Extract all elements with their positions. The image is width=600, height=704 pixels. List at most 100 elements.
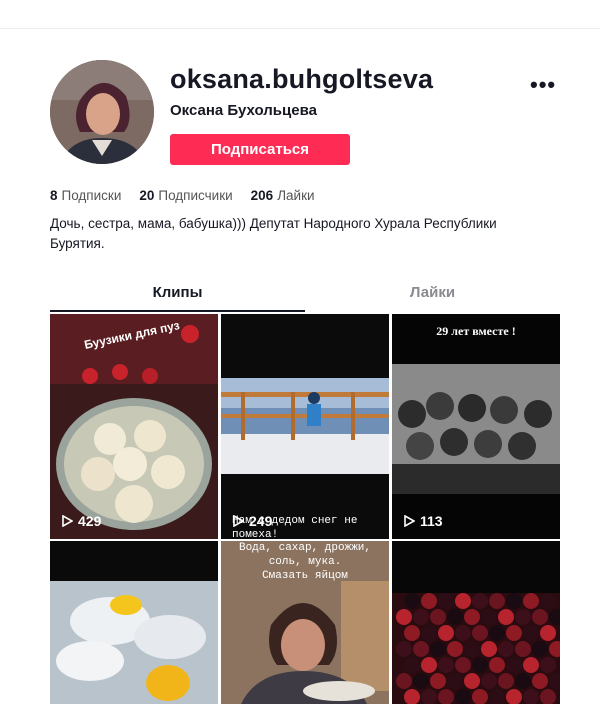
follow-button[interactable]: Подписаться [170, 134, 350, 165]
followers-label: Подписчики [158, 188, 233, 203]
following-count: 8 [50, 188, 58, 203]
play-icon [404, 515, 415, 527]
berry-shape [515, 673, 531, 689]
berry-shape [464, 673, 480, 689]
video-caption: 29 лет вместе ! [436, 324, 516, 338]
berry-shape [455, 657, 471, 673]
view-count-value: 429 [78, 513, 102, 529]
profile-tabs: Клипы Лайки [50, 284, 560, 314]
berry-shape [396, 673, 412, 689]
video-6-image [392, 541, 560, 704]
berry-shape [430, 641, 446, 657]
berry-shape [540, 625, 556, 641]
video-caption: Нам с дедом снег не помеха! [232, 515, 358, 541]
following-stat[interactable]: 8 Подписки [50, 188, 121, 203]
berry-shape [447, 673, 463, 689]
berry-shape [430, 609, 446, 625]
berry-shape [489, 593, 505, 609]
more-options-icon[interactable]: ••• [530, 72, 556, 98]
berry-shape [498, 609, 514, 625]
bio-line: Дочь, сестра, мама, бабушка))) Депутат Н… [50, 216, 497, 231]
view-count: 429 [62, 513, 101, 529]
berry-shape [421, 657, 437, 673]
berry-shape [413, 641, 429, 657]
berry-shape [532, 673, 548, 689]
berry-shape [455, 625, 471, 641]
berry-shape [489, 625, 505, 641]
video-4-image [50, 541, 218, 704]
berry-shape [515, 641, 531, 657]
video-caption-line: Смазать яйцом [262, 570, 348, 582]
berry-shape [523, 625, 539, 641]
video-caption-line: Вода, сахар, дрожжи, [238, 542, 372, 554]
berry-shape [523, 593, 539, 609]
berry-shape [438, 625, 454, 641]
berry-shape [396, 609, 412, 625]
likes-label: Лайки [277, 188, 315, 203]
berry-shape [396, 641, 412, 657]
video-grid: Буузики для пуз 429 249 29 лет вместе ! … [50, 314, 560, 704]
berry-shape [472, 625, 488, 641]
berry-shape [447, 609, 463, 625]
bio-line: Бурятия. [50, 236, 105, 251]
followers-stat[interactable]: 20 Подписчики [139, 188, 232, 203]
berry-shape [472, 593, 488, 609]
berry-shape [430, 673, 446, 689]
view-count: 113 [404, 513, 443, 529]
video-2-image [221, 314, 389, 539]
berry-shape [447, 641, 463, 657]
berry-shape [481, 673, 497, 689]
profile-stats: 8 Подписки 20 Подписчики 206 Лайки [50, 188, 315, 203]
berry-shape [455, 593, 471, 609]
avatar[interactable] [50, 60, 154, 164]
berry-shape [472, 657, 488, 673]
berry-shape [413, 673, 429, 689]
berry-shape [532, 641, 548, 657]
video-thumbnail[interactable]: Вода, сахар, дрожжи, соль, мука. Смазать… [221, 541, 389, 704]
berry-shape [540, 657, 556, 673]
berry-shape [481, 641, 497, 657]
play-icon [62, 515, 73, 527]
berry-shape [404, 625, 420, 641]
top-divider [0, 28, 600, 29]
video-thumbnail[interactable]: 29 лет вместе ! 113 [392, 314, 560, 539]
berry-shape [438, 593, 454, 609]
view-count-value: 113 [420, 513, 443, 529]
video-thumbnail[interactable] [50, 541, 218, 704]
video-caption: Вода, сахар, дрожжи, соль, мука. Смазать… [221, 541, 389, 583]
berry-shape [540, 593, 556, 609]
berry-shape [438, 657, 454, 673]
berry-shape [464, 609, 480, 625]
full-name: Оксана Бухольцева [170, 102, 317, 119]
berry-shape [523, 657, 539, 673]
berry-shape [506, 657, 522, 673]
berry-shape [506, 625, 522, 641]
berry-shape [421, 593, 437, 609]
berry-shape [404, 593, 420, 609]
berry-shape [498, 673, 514, 689]
berry-shape [498, 641, 514, 657]
berry-shape [506, 593, 522, 609]
likes-count: 206 [250, 188, 274, 203]
video-3-image [392, 314, 560, 539]
avatar-photo [50, 60, 154, 164]
berry-shape [515, 609, 531, 625]
berry-shape [404, 657, 420, 673]
berry-shape [532, 609, 548, 625]
likes-stat: 206 Лайки [251, 188, 315, 203]
berry-shape [421, 625, 437, 641]
berry-shape [464, 641, 480, 657]
berry-shape [413, 609, 429, 625]
tab-likes[interactable]: Лайки [305, 284, 560, 301]
username: oksana.buhgoltseva [170, 64, 434, 94]
followers-count: 20 [139, 188, 155, 203]
following-label: Подписки [61, 188, 122, 203]
video-caption-line: соль, мука. [268, 556, 342, 568]
berry-shape [489, 657, 505, 673]
video-thumbnail[interactable]: 249 [221, 314, 389, 539]
video-thumbnail[interactable] [392, 541, 560, 704]
berry-shape [481, 609, 497, 625]
tab-clips[interactable]: Клипы [50, 284, 305, 301]
active-tab-indicator [50, 310, 305, 312]
video-thumbnail[interactable]: Буузики для пуз 429 [50, 314, 218, 539]
